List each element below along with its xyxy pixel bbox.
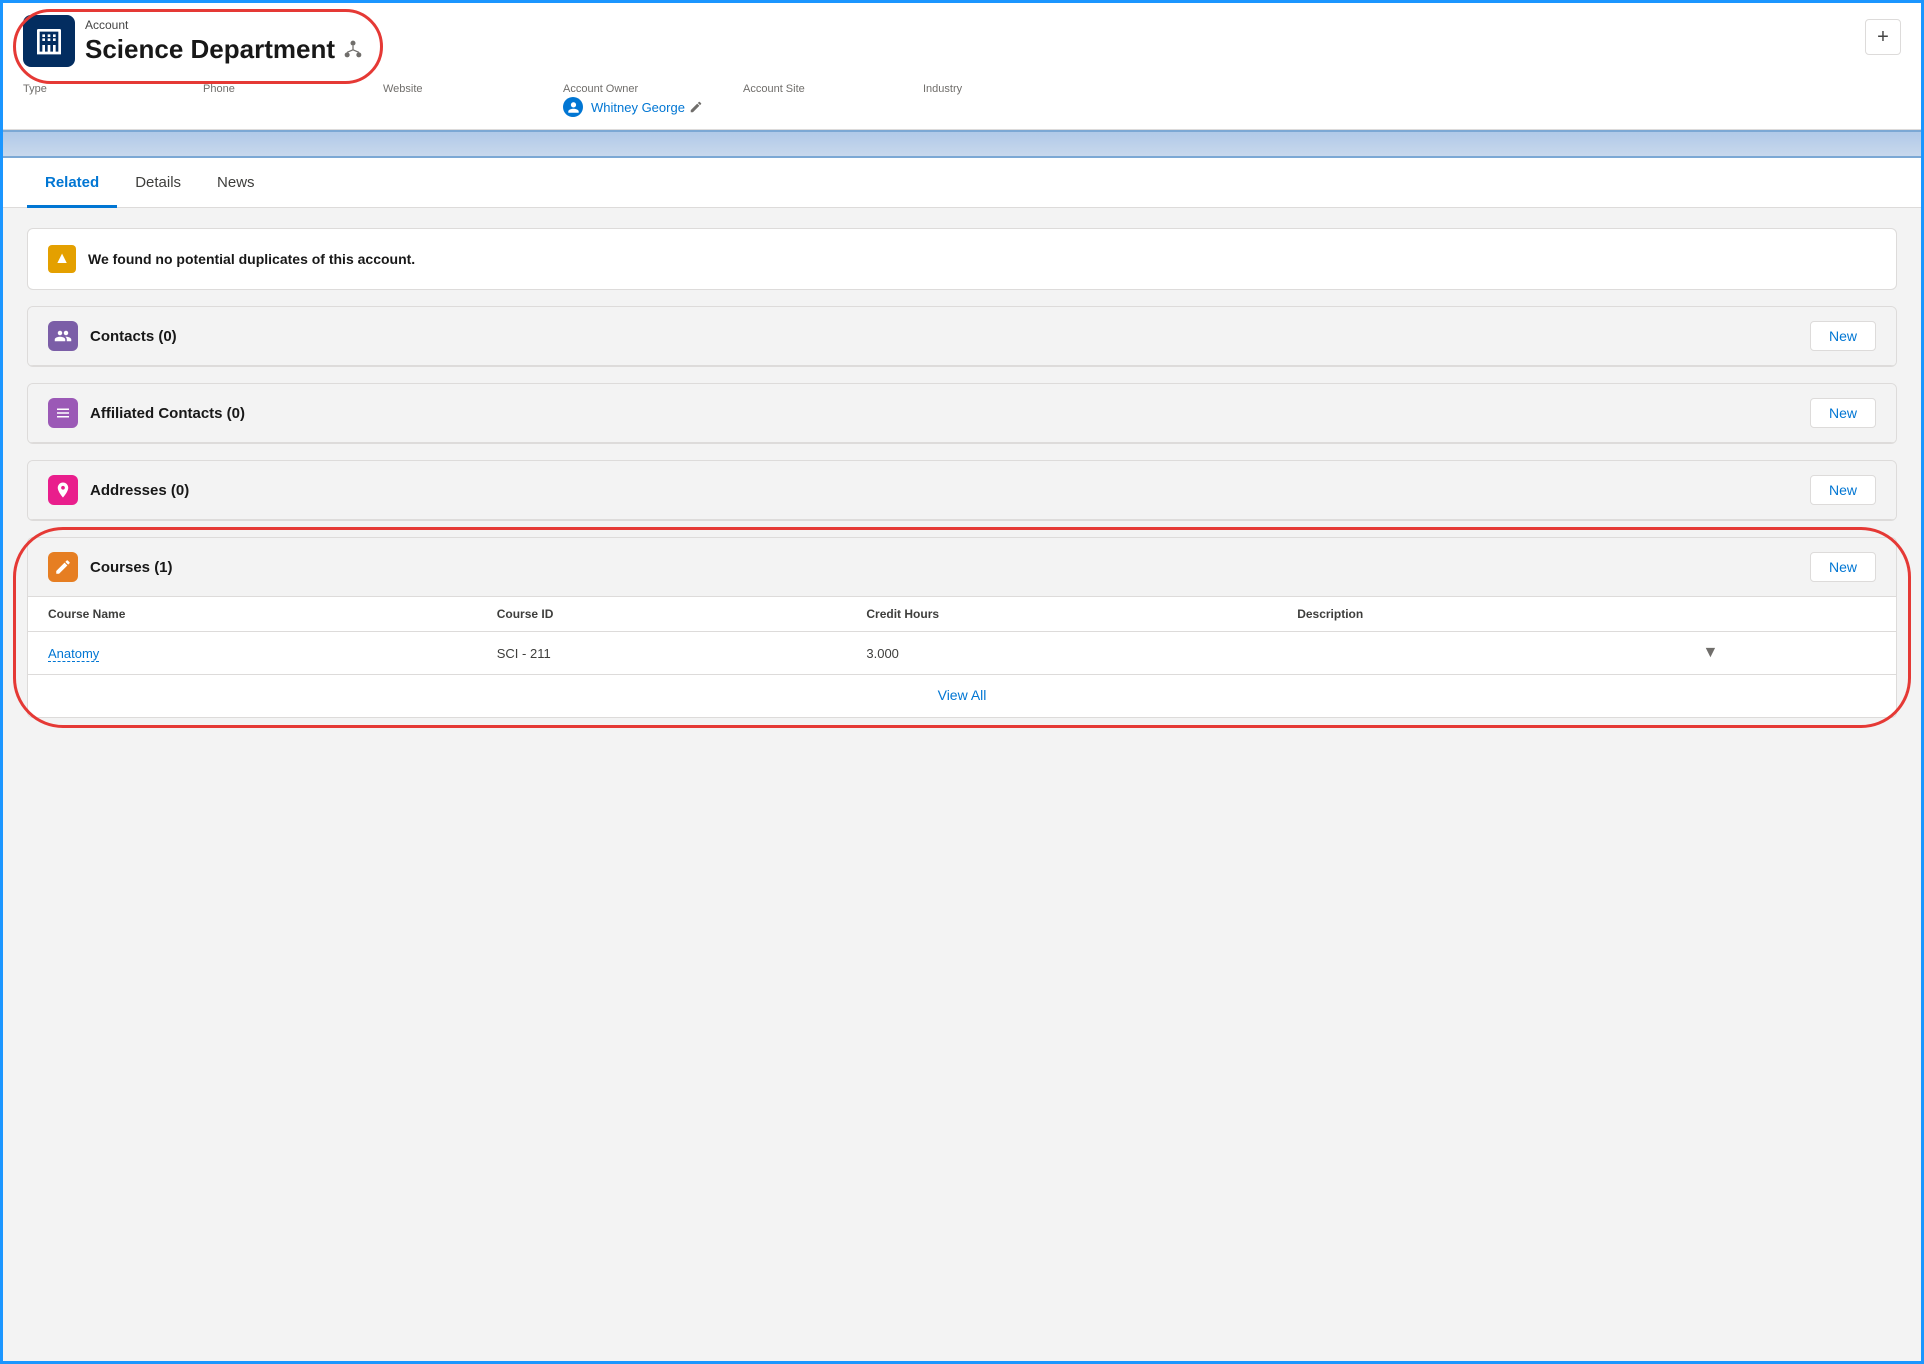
website-label: Website [383, 83, 523, 95]
courses-table-header-row: Course Name Course ID Credit Hours Descr… [28, 597, 1896, 632]
hierarchy-icon[interactable] [343, 39, 363, 59]
affiliated-contacts-card: Affiliated Contacts (0) New [27, 383, 1897, 444]
header-fields: Type Phone Website Account Owner Whitney… [23, 73, 1901, 129]
type-label: Type [23, 83, 163, 95]
addresses-title: Addresses (0) [90, 482, 1810, 499]
addresses-icon-svg [54, 481, 72, 499]
header-top-row: Account Science Department + [23, 15, 1901, 67]
row-actions-cell: ▼ [1682, 632, 1896, 675]
type-field: Type [23, 83, 163, 117]
courses-oval-wrapper: Courses (1) New Course Name Course ID Cr… [27, 537, 1897, 718]
courses-title: Courses (1) [90, 559, 1810, 576]
addresses-card: Addresses (0) New [27, 460, 1897, 521]
account-name-text: Science Department [85, 34, 335, 65]
courses-card: Courses (1) New Course Name Course ID Cr… [27, 537, 1897, 718]
tab-news[interactable]: News [199, 158, 273, 208]
account-owner-field: Account Owner Whitney George [563, 83, 703, 117]
contacts-icon-svg [54, 327, 72, 345]
credit-hours-cell: 3.000 [846, 632, 1277, 675]
phone-field: Phone [203, 83, 343, 117]
main-content: Related Details News ▲ We found no poten… [3, 158, 1921, 908]
course-id-cell: SCI - 211 [477, 632, 847, 675]
website-field: Website [383, 83, 523, 117]
related-content-area: ▲ We found no potential duplicates of th… [3, 208, 1921, 908]
affiliated-icon-svg [54, 404, 72, 422]
view-all: View All [28, 675, 1896, 717]
building-icon [33, 25, 65, 57]
tab-details[interactable]: Details [117, 158, 199, 208]
industry-label: Industry [923, 83, 1063, 95]
view-all-link[interactable]: View All [938, 687, 987, 703]
contacts-icon [48, 321, 78, 351]
account-owner-label: Account Owner [563, 83, 703, 95]
affiliated-contacts-title: Affiliated Contacts (0) [90, 405, 1810, 422]
account-title-block: Account Science Department [85, 18, 363, 65]
contacts-card-header: Contacts (0) New [28, 307, 1896, 366]
affiliated-contacts-icon [48, 398, 78, 428]
col-credit-hours: Credit Hours [846, 597, 1277, 632]
col-course-id: Course ID [477, 597, 847, 632]
tabs-bar: Related Details News [3, 158, 1921, 208]
owner-avatar [563, 97, 583, 117]
courses-table: Course Name Course ID Credit Hours Descr… [28, 597, 1896, 675]
account-label: Account [85, 18, 363, 32]
courses-icon-svg [54, 558, 72, 576]
contacts-title: Contacts (0) [90, 328, 1810, 345]
phone-label: Phone [203, 83, 343, 95]
account-owner-value[interactable]: Whitney George [563, 97, 703, 117]
person-icon [567, 101, 580, 114]
account-name: Science Department [85, 34, 363, 65]
add-button[interactable]: + [1865, 19, 1901, 55]
course-name-link[interactable]: Anatomy [48, 646, 99, 662]
row-dropdown-icon[interactable]: ▼ [1702, 644, 1718, 661]
addresses-new-button[interactable]: New [1810, 475, 1876, 505]
col-actions [1682, 597, 1896, 632]
blue-band-separator [3, 130, 1921, 158]
table-row: Anatomy SCI - 211 3.000 ▼ [28, 632, 1896, 675]
account-site-label: Account Site [743, 83, 883, 95]
addresses-card-header: Addresses (0) New [28, 461, 1896, 520]
courses-icon [48, 552, 78, 582]
duplicate-icon: ▲ [48, 245, 76, 273]
col-course-name: Course Name [28, 597, 477, 632]
affiliated-contacts-card-header: Affiliated Contacts (0) New [28, 384, 1896, 443]
contacts-card: Contacts (0) New [27, 306, 1897, 367]
account-icon [23, 15, 75, 67]
duplicate-text: We found no potential duplicates of this… [88, 251, 415, 267]
account-site-field: Account Site [743, 83, 883, 117]
account-header: Account Science Department + Type Phone [3, 3, 1921, 130]
tab-related[interactable]: Related [27, 158, 117, 208]
affiliated-contacts-new-button[interactable]: New [1810, 398, 1876, 428]
industry-field: Industry [923, 83, 1063, 117]
description-cell [1277, 632, 1682, 675]
owner-name: Whitney George [591, 100, 685, 115]
addresses-icon [48, 475, 78, 505]
col-description: Description [1277, 597, 1682, 632]
contacts-new-button[interactable]: New [1810, 321, 1876, 351]
edit-icon [689, 100, 703, 114]
course-name-cell: Anatomy [28, 632, 477, 675]
courses-new-button[interactable]: New [1810, 552, 1876, 582]
duplicate-banner: ▲ We found no potential duplicates of th… [27, 228, 1897, 290]
courses-card-header: Courses (1) New [28, 538, 1896, 597]
